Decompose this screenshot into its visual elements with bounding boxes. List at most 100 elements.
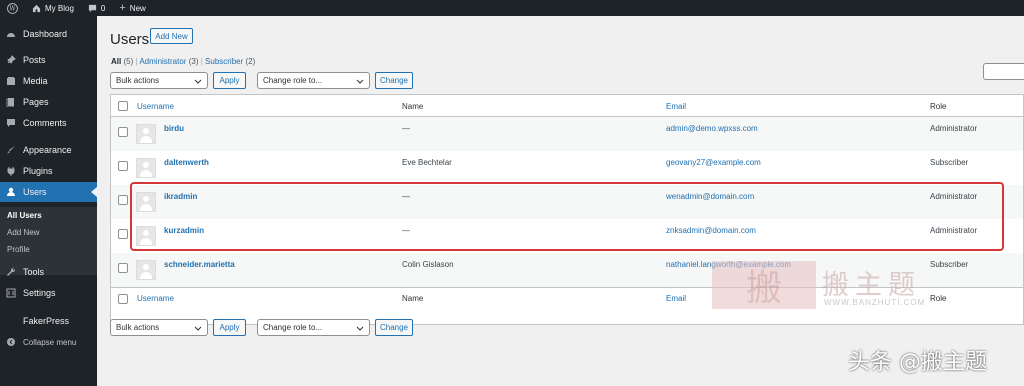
- menu-label: FakerPress: [23, 316, 70, 326]
- filter-all[interactable]: All (5): [111, 57, 133, 66]
- filter-subscriber[interactable]: Subscriber (2): [205, 57, 255, 66]
- new-content-link[interactable]: + New: [112, 0, 152, 16]
- user-email-link[interactable]: nathaniel.langworth@example.com: [666, 260, 791, 269]
- menu-label: Collapse menu: [23, 337, 77, 347]
- apply-button[interactable]: Apply: [213, 72, 246, 89]
- menu-label: Posts: [23, 55, 46, 65]
- bulk-actions-select-bottom[interactable]: Bulk actions: [110, 319, 208, 336]
- filter-administrator[interactable]: Administrator (3): [139, 57, 198, 66]
- row-checkbox[interactable]: [118, 229, 128, 239]
- menu-label: Plugins: [23, 166, 53, 176]
- column-username-footer[interactable]: Username: [137, 294, 174, 303]
- menu-label: Users: [23, 187, 47, 197]
- wordpress-logo-icon[interactable]: W: [0, 0, 25, 16]
- bulk-actions-value: Bulk actions: [116, 76, 160, 85]
- menu-media[interactable]: Media: [0, 71, 97, 91]
- site-name-link[interactable]: My Blog: [25, 0, 81, 16]
- row-checkbox[interactable]: [118, 263, 128, 273]
- submenu-add-new[interactable]: Add New: [7, 228, 39, 237]
- wrench-icon: [6, 267, 16, 277]
- menu-label: Dashboard: [23, 29, 68, 39]
- submenu-profile[interactable]: Profile: [7, 245, 30, 254]
- media-icon: [6, 76, 16, 86]
- comments-link[interactable]: 0: [81, 0, 112, 16]
- column-role-footer: Role: [930, 294, 947, 303]
- brush-icon: [6, 145, 16, 155]
- chevron-down-icon: [194, 79, 202, 84]
- menu-label: Tools: [23, 267, 45, 277]
- user-name: Eve Bechtelar: [402, 158, 452, 167]
- apply-button-bottom[interactable]: Apply: [213, 319, 246, 336]
- admin-sidebar: Dashboard Posts Media Pages Comments App…: [0, 16, 97, 386]
- username-link[interactable]: schneider.marietta: [164, 260, 235, 269]
- user-role-filters: All (5) | Administrator (3) | Subscriber…: [111, 57, 256, 66]
- comment-icon: [6, 118, 16, 128]
- menu-plugins[interactable]: Plugins: [0, 161, 97, 181]
- admin-bar: W My Blog 0 + New: [0, 0, 1024, 16]
- row-checkbox[interactable]: [118, 195, 128, 205]
- menu-settings[interactable]: Settings: [0, 283, 97, 303]
- bulk-actions-value: Bulk actions: [116, 323, 160, 332]
- avatar: [136, 260, 156, 280]
- user-name: Colin Gislason: [402, 260, 454, 269]
- change-role-button[interactable]: Change: [375, 72, 413, 89]
- table-row: daltenwerth Eve Bechtelar geovany27@exam…: [111, 151, 1023, 185]
- menu-pages[interactable]: Pages: [0, 92, 97, 112]
- menu-appearance[interactable]: Appearance: [0, 140, 97, 160]
- collapse-icon: [6, 337, 16, 347]
- change-role-value: Change role to...: [263, 76, 323, 85]
- user-email-link[interactable]: admin@demo.wpxss.com: [666, 124, 758, 133]
- plug-icon: [6, 166, 16, 176]
- submenu-all-users[interactable]: All Users: [7, 211, 42, 220]
- column-name-footer: Name: [402, 294, 424, 303]
- highlight-box: [130, 182, 1004, 251]
- chevron-down-icon: [356, 326, 364, 331]
- site-name: My Blog: [45, 3, 74, 13]
- menu-fakerpress[interactable]: FakerPress: [0, 311, 97, 331]
- username-link[interactable]: daltenwerth: [164, 158, 209, 167]
- user-icon: [6, 187, 16, 197]
- change-role-select-bottom[interactable]: Change role to...: [257, 319, 370, 336]
- menu-label: Comments: [23, 118, 67, 128]
- menu-posts[interactable]: Posts: [0, 50, 97, 70]
- pages-icon: [6, 97, 16, 107]
- user-name: —: [402, 124, 410, 133]
- menu-tools[interactable]: Tools: [0, 262, 97, 282]
- settings-icon: [6, 288, 16, 298]
- column-email[interactable]: Email: [666, 102, 686, 111]
- user-role: Subscriber: [930, 158, 969, 167]
- dashboard-icon: [6, 29, 16, 39]
- change-role-select[interactable]: Change role to...: [257, 72, 370, 89]
- menu-users[interactable]: Users: [0, 182, 97, 202]
- chevron-down-icon: [194, 326, 202, 331]
- table-footer: Username Name Email Role: [111, 287, 1023, 309]
- user-role: Administrator: [930, 124, 978, 133]
- collapse-menu-button[interactable]: Collapse menu: [0, 332, 97, 352]
- column-email-footer[interactable]: Email: [666, 294, 686, 303]
- add-new-button[interactable]: Add New: [150, 28, 193, 44]
- menu-label: Pages: [23, 97, 49, 107]
- menu-comments[interactable]: Comments: [0, 113, 97, 133]
- change-role-button-bottom[interactable]: Change: [375, 319, 413, 336]
- search-users-input[interactable]: [983, 63, 1024, 80]
- menu-label: Settings: [23, 288, 56, 298]
- row-checkbox[interactable]: [118, 127, 128, 137]
- page-title: Users: [110, 31, 150, 48]
- username-link[interactable]: birdu: [164, 124, 184, 133]
- column-username[interactable]: Username: [137, 102, 174, 111]
- menu-dashboard[interactable]: Dashboard: [0, 24, 97, 44]
- menu-label: Media: [23, 76, 48, 86]
- select-all-checkbox[interactable]: [118, 101, 128, 111]
- user-email-link[interactable]: geovany27@example.com: [666, 158, 761, 167]
- comments-count: 0: [100, 3, 106, 13]
- avatar: [136, 158, 156, 178]
- chevron-down-icon: [356, 79, 364, 84]
- select-all-checkbox-footer[interactable]: [118, 294, 128, 304]
- table-header: Username Name Email Role: [111, 95, 1023, 117]
- home-icon: [32, 4, 41, 12]
- column-name: Name: [402, 102, 424, 111]
- bulk-actions-select[interactable]: Bulk actions: [110, 72, 208, 89]
- user-role: Subscriber: [930, 260, 969, 269]
- svg-text:W: W: [9, 5, 16, 12]
- row-checkbox[interactable]: [118, 161, 128, 171]
